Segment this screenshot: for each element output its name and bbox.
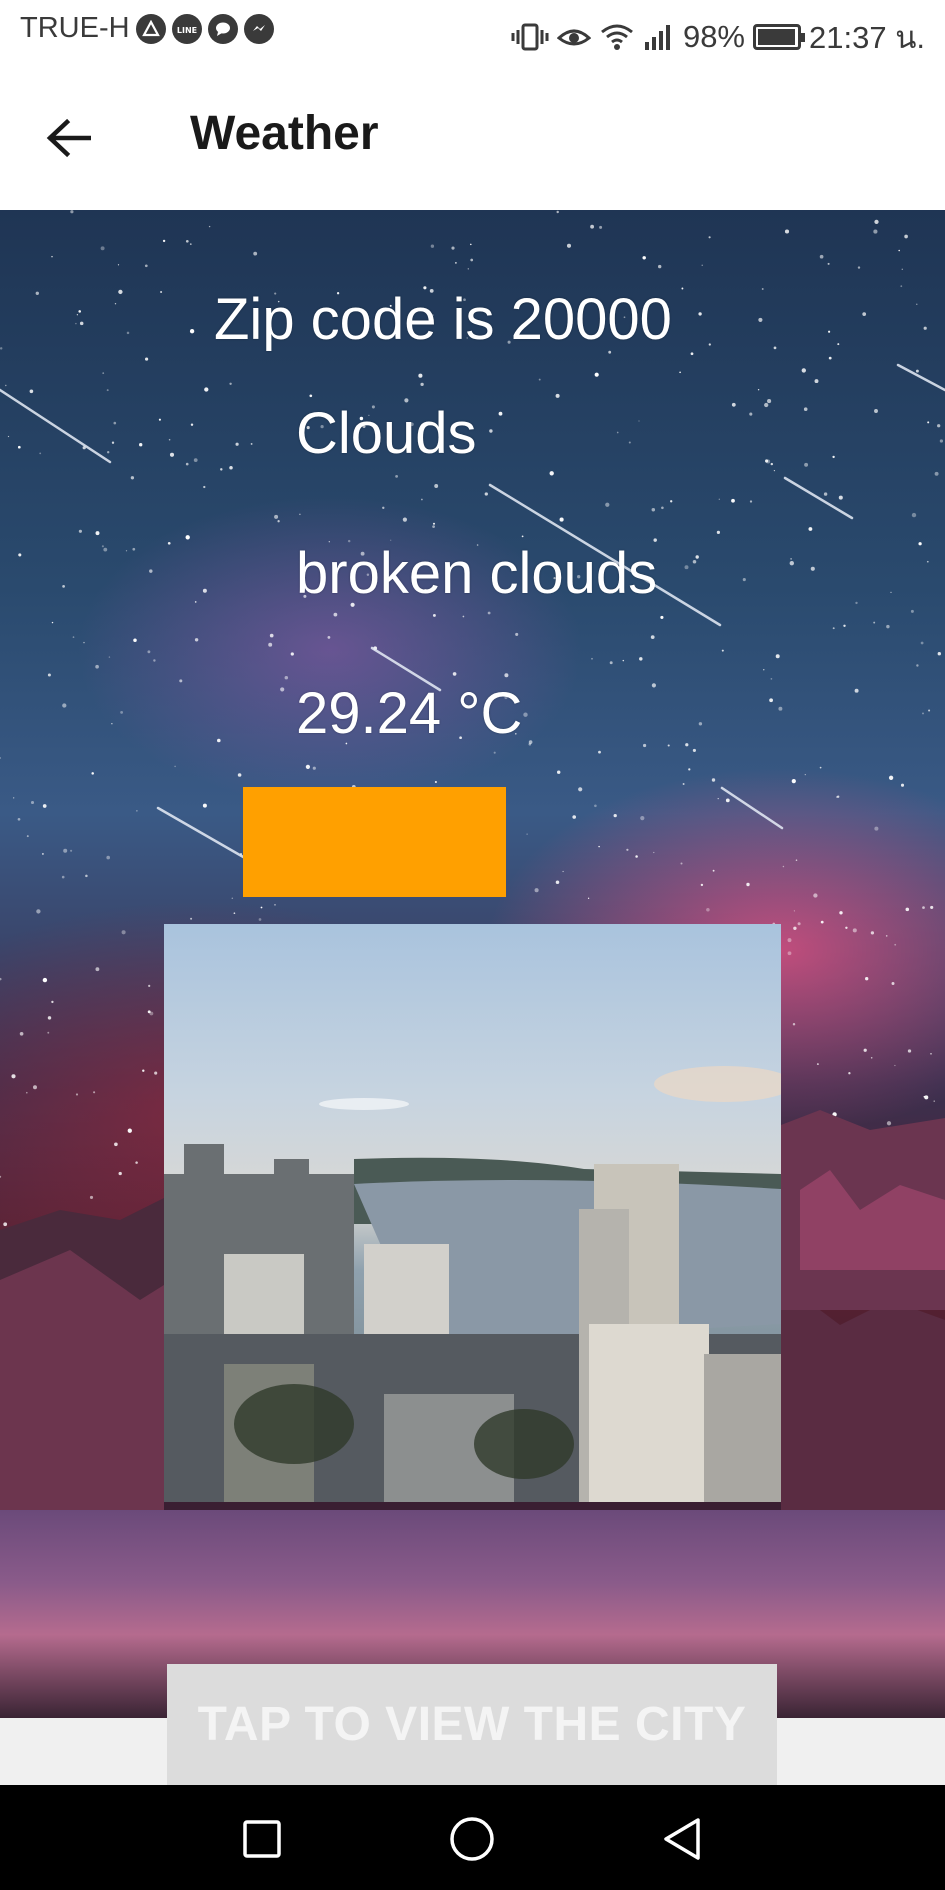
zip-code-label: Zip code is 20000 <box>214 287 672 352</box>
status-bar: TRUE-H LINE 98% 21:37 น. <box>0 0 945 64</box>
battery-icon <box>753 24 805 50</box>
status-right: 98% 21:37 น. <box>511 12 925 62</box>
square-recent-icon <box>243 1820 281 1858</box>
city-skyline-image <box>164 1066 781 1502</box>
messenger-icon <box>243 13 274 44</box>
view-city-button[interactable]: TAP TO VIEW THE CITY <box>167 1664 777 1785</box>
battery-percent: 98% <box>682 19 745 54</box>
app-notification-icon <box>135 13 166 44</box>
carrier-label: TRUE-H <box>20 12 130 44</box>
eye-icon <box>556 29 591 46</box>
weather-main: Clouds <box>296 401 477 466</box>
signal-icon <box>644 25 670 50</box>
back-button[interactable] <box>34 104 102 172</box>
vibrate-icon <box>511 23 549 51</box>
clock-time: 21:37 น. <box>809 20 925 55</box>
recent-apps-button[interactable] <box>238 1815 286 1863</box>
app-bar: Weather <box>0 64 945 210</box>
battery-level-fill <box>758 29 796 45</box>
status-left: TRUE-H LINE <box>20 12 274 45</box>
wifi-icon <box>601 24 633 50</box>
temperature-value: 29.24 °C <box>296 681 523 746</box>
weather-icon-placeholder <box>243 787 506 897</box>
home-button[interactable] <box>448 1815 496 1863</box>
svg-text:LINE: LINE <box>176 26 196 35</box>
arrow-left-icon <box>46 118 91 158</box>
circle-home-icon <box>450 1817 494 1861</box>
page-title: Weather <box>190 107 379 160</box>
chat-icon <box>207 13 238 44</box>
line-icon: LINE <box>171 13 202 44</box>
city-photo <box>164 924 781 1502</box>
system-back-button[interactable] <box>658 1815 706 1863</box>
weather-description: broken clouds <box>296 541 658 606</box>
weather-panel: Zip code is 20000 Clouds broken clouds 2… <box>0 210 945 1718</box>
navigation-bar <box>0 1785 945 1890</box>
triangle-back-icon <box>664 1818 700 1860</box>
